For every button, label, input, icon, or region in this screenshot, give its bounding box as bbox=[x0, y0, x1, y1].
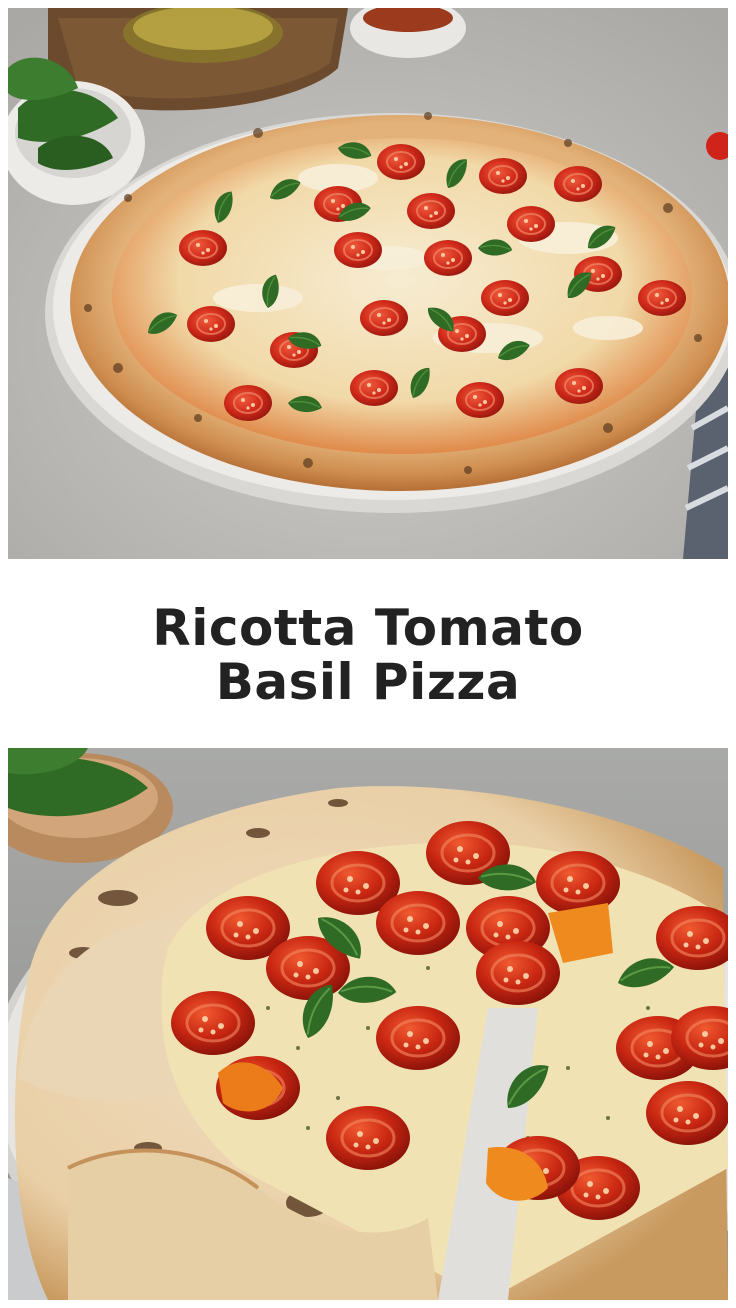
recipe-title: Ricotta Tomato Basil Pizza bbox=[0, 580, 736, 730]
whole-pizza-photo bbox=[8, 8, 728, 559]
recipe-title-line-2: Basil Pizza bbox=[215, 653, 521, 711]
sliced-pizza-photo bbox=[8, 748, 728, 1300]
recipe-title-line-1: Ricotta Tomato bbox=[152, 599, 584, 657]
